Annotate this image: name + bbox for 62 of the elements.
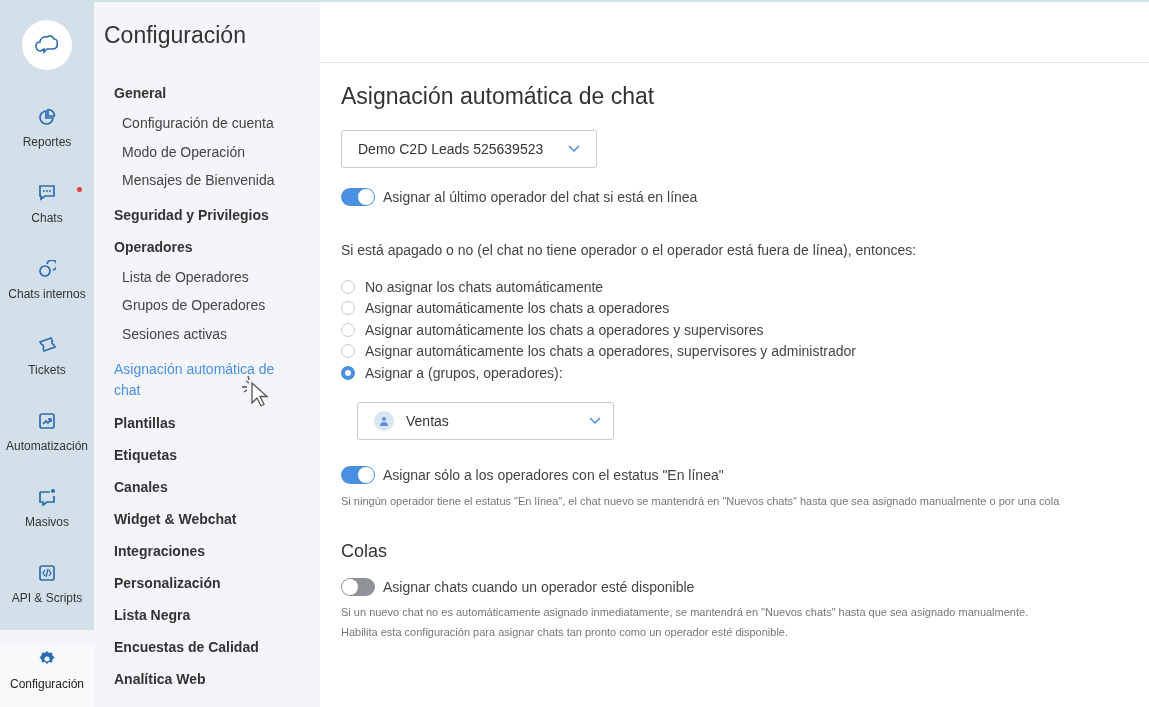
page-title: Asignación automática de chat	[341, 83, 655, 110]
menu-item[interactable]: Integraciones	[104, 534, 284, 567]
radio-label: Asignar automáticamente los chats a operadores y supervisores	[365, 321, 764, 338]
menu-item[interactable]: Etiquetas	[104, 438, 284, 471]
radio-label: Asignar automáticamente los chats a operadores, supervisores y administrador	[365, 343, 857, 360]
radio-button[interactable]	[341, 301, 355, 316]
radio-button[interactable]	[341, 344, 355, 359]
menu-item[interactable]: Plantillas	[104, 406, 284, 439]
rail-item[interactable]: Tickets	[0, 336, 94, 412]
menu-item[interactable]: Canales	[104, 470, 284, 503]
radio-button[interactable]	[341, 322, 355, 337]
submenu-item[interactable]: Mensajes de Bienvenida	[104, 166, 275, 195]
radio-label: No asignar los chats automáticamente	[365, 278, 604, 295]
menu-item[interactable]: Seguridad y Privilegios	[104, 198, 284, 231]
radio-button[interactable]	[341, 279, 355, 294]
toggle-switch[interactable]	[341, 577, 375, 596]
fallback-text: Si está apagado o no (el chat no tiene operador o el operador está fuera de línea), entonces:	[341, 242, 918, 258]
rail-item[interactable]: Chats internos	[0, 260, 94, 336]
cloud-logo[interactable]	[22, 20, 72, 70]
chevron-down-icon	[589, 416, 601, 425]
chevron-down-icon	[568, 145, 580, 153]
user-avatar-icon	[374, 410, 394, 431]
rail-item[interactable]: API & Scripts	[0, 564, 94, 640]
help-text: Si un nuevo chat no es automáticamente asignado inmediatamente, se mantendrá en "Nuevos chats" hasta que sea asignado manualmente.	[341, 604, 1030, 620]
menu-item[interactable]: General	[104, 77, 284, 109]
trend-chart-icon	[38, 412, 56, 430]
help-text: Si ningún operador tiene el estatus "En línea", el chat nuevo se mantendrá en "Nuevos chats" hasta que sea asignado manualmente o por una cola	[341, 493, 1061, 509]
submenu-item[interactable]: Sesiones activas	[104, 319, 228, 349]
submenu-item[interactable]: Grupos de Operadores	[104, 291, 266, 320]
menu-item[interactable]: Encuestas de Calidad	[104, 630, 284, 663]
settings-title: Configuración	[104, 22, 246, 49]
rail-item[interactable]: Automatización	[0, 412, 94, 488]
radio-label: Asignar a (grupos, operadores):	[365, 364, 563, 381]
submenu-item[interactable]: Configuración de cuenta	[104, 109, 274, 138]
rail-item[interactable]: Masivos	[0, 488, 94, 564]
menu-item[interactable]: Analítica Web	[104, 662, 284, 695]
toggle-label: Asignar chats cuando un operador esté disponible	[383, 578, 695, 595]
menu-item[interactable]: Lista Negra	[104, 598, 284, 631]
toggle-switch[interactable]	[341, 465, 375, 484]
menu-item[interactable]: Personalización	[104, 566, 284, 599]
message-square-icon	[38, 488, 56, 506]
channel-dropdown[interactable]: Demo C2D Leads 525639523	[341, 130, 597, 168]
chat-bubbles-icon	[38, 260, 56, 278]
chat-icon	[38, 184, 56, 202]
rail-item[interactable]: Reportes	[0, 108, 94, 184]
rail-item[interactable]: Chats	[0, 184, 94, 260]
submenu-item[interactable]: Modo de Operación	[104, 137, 245, 167]
menu-item[interactable]: Operadores	[104, 230, 284, 263]
section-title: Colas	[341, 540, 388, 562]
radio-label: Asignar automáticamente los chats a operadores	[365, 300, 670, 317]
toggle-label: Asignar al último operador del chat si está en línea	[383, 189, 698, 205]
menu-item[interactable]: Widget & Webchat	[104, 502, 284, 535]
code-icon	[38, 564, 56, 582]
submenu-item[interactable]: Lista de Operadores	[104, 262, 249, 292]
ticket-icon	[38, 336, 56, 354]
toggle-label: Asignar sólo a los operadores con el estatus "En línea"	[383, 466, 724, 483]
radio-button[interactable]	[341, 365, 355, 380]
help-text: Habilita esta configuración para asignar chats tan pronto como un operador esté disponible.	[341, 624, 789, 640]
rail-item[interactable]: Configuración	[0, 644, 94, 707]
toggle-switch[interactable]	[341, 188, 375, 206]
group-dropdown[interactable]: Ventas	[357, 401, 614, 440]
pie-chart-icon	[38, 108, 56, 126]
